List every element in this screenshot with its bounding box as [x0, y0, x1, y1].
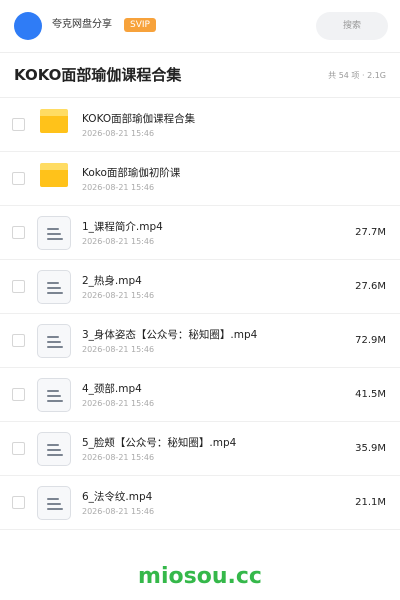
item-date: 2026-08-21 15:46 [82, 129, 155, 138]
file-icon [37, 270, 71, 304]
search-placeholder: 搜索 [342, 21, 361, 31]
folder-title-row: KOKO面部瑜伽课程合集 共 54 项 · 2.1G [0, 52, 400, 98]
item-name: 1_课程简介.mp4 [82, 221, 163, 233]
item-name: 3_身体姿态【公众号：秘知圈】.mp4 [82, 329, 258, 341]
list-item[interactable]: 3_身体姿态【公众号：秘知圈】.mp4 2026-08-21 15:46 72.… [0, 314, 400, 368]
folder-icon [40, 163, 68, 187]
item-date: 2026-08-21 15:46 [82, 345, 155, 354]
share-header: 夸克网盘分享 SVIP 搜索 [0, 0, 400, 52]
list-item[interactable]: 6_法令纹.mp4 2026-08-21 15:46 21.1M [0, 476, 400, 530]
select-checkbox[interactable] [12, 388, 25, 401]
item-name: Koko面部瑜伽初阶课 [82, 167, 181, 179]
file-icon [37, 324, 71, 358]
item-size: 21.1M [355, 497, 386, 508]
file-icon [37, 378, 71, 412]
item-date: 2026-08-21 15:46 [82, 291, 155, 300]
item-size: 35.9M [355, 443, 386, 454]
select-checkbox[interactable] [12, 280, 25, 293]
item-name: 6_法令纹.mp4 [82, 491, 153, 503]
file-list: KOKO面部瑜伽课程合集 2026-08-21 15:46 Koko面部瑜伽初阶… [0, 98, 400, 530]
item-size: 27.6M [355, 281, 386, 292]
item-size: 72.9M [355, 335, 386, 346]
file-icon [37, 486, 71, 520]
select-checkbox[interactable] [12, 496, 25, 509]
list-item[interactable]: KOKO面部瑜伽课程合集 2026-08-21 15:46 [0, 98, 400, 152]
item-name: 2_热身.mp4 [82, 275, 142, 287]
item-size: 41.5M [355, 389, 386, 400]
sharer-name: 夸克网盘分享 [52, 19, 112, 30]
select-checkbox[interactable] [12, 442, 25, 455]
folder-meta: 共 54 项 · 2.1G [328, 71, 386, 80]
item-size: 27.7M [355, 227, 386, 238]
item-name: 4_颈部.mp4 [82, 383, 142, 395]
select-checkbox[interactable] [12, 226, 25, 239]
list-item[interactable]: 4_颈部.mp4 2026-08-21 15:46 41.5M [0, 368, 400, 422]
item-name: KOKO面部瑜伽课程合集 [82, 113, 196, 125]
file-icon [37, 216, 71, 250]
avatar[interactable] [14, 12, 42, 40]
list-item[interactable]: Koko面部瑜伽初阶课 2026-08-21 15:46 [0, 152, 400, 206]
select-checkbox[interactable] [12, 118, 25, 131]
list-item[interactable]: 5_脸颊【公众号：秘知圈】.mp4 2026-08-21 15:46 35.9M [0, 422, 400, 476]
item-date: 2026-08-21 15:46 [82, 399, 155, 408]
item-date: 2026-08-21 15:46 [82, 507, 155, 516]
folder-icon [40, 109, 68, 133]
search-input[interactable]: 搜索 [316, 12, 388, 40]
item-date: 2026-08-21 15:46 [82, 453, 155, 462]
file-icon [37, 432, 71, 466]
page-title: KOKO面部瑜伽课程合集 [14, 66, 182, 84]
item-date: 2026-08-21 15:46 [82, 237, 155, 246]
list-item[interactable]: 1_课程简介.mp4 2026-08-21 15:46 27.7M [0, 206, 400, 260]
watermark: miosou.cc [138, 564, 262, 589]
item-date: 2026-08-21 15:46 [82, 183, 155, 192]
svip-badge: SVIP [124, 18, 156, 32]
list-item[interactable]: 2_热身.mp4 2026-08-21 15:46 27.6M [0, 260, 400, 314]
item-name: 5_脸颊【公众号：秘知圈】.mp4 [82, 437, 237, 449]
select-checkbox[interactable] [12, 172, 25, 185]
select-checkbox[interactable] [12, 334, 25, 347]
